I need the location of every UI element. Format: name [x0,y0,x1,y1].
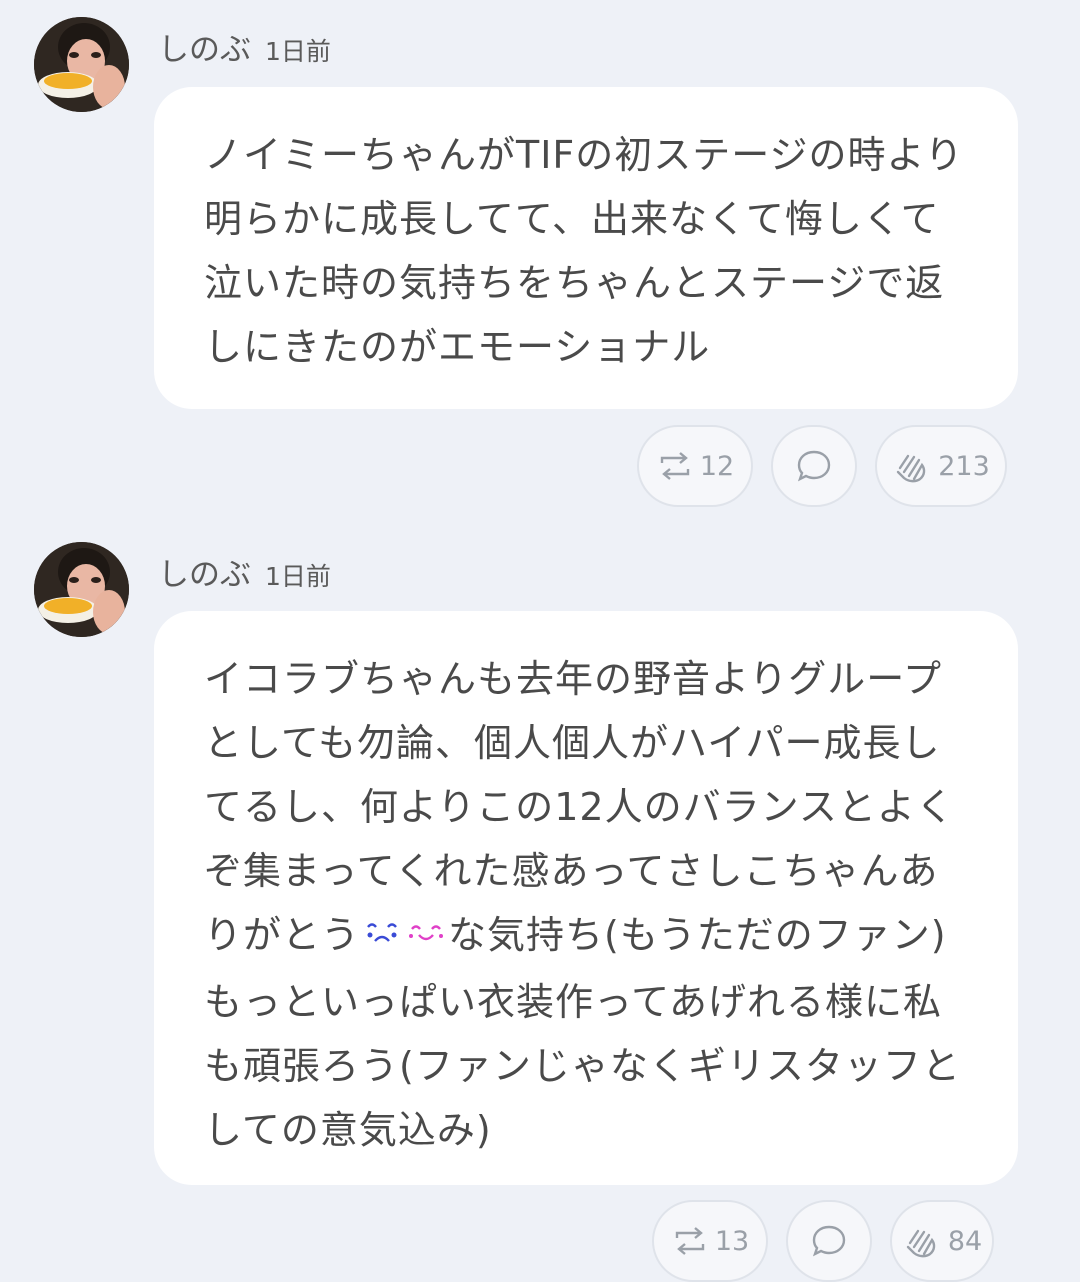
avatar-image [34,542,129,637]
repost-button[interactable]: 13 [652,1200,768,1282]
clap-count: 84 [947,1225,983,1257]
author-name[interactable]: しのぶ [158,549,251,594]
avatar[interactable] [34,542,129,637]
action-bar: 13 84 [652,1200,994,1282]
repost-icon [660,452,690,480]
clap-icon [897,454,926,483]
clap-count: 213 [938,450,990,482]
repost-button[interactable]: 12 [637,425,753,507]
message-text-part-1: イコラブちゃんも去年の野音よりグループとしても勿論、個人個人がハイパー成長してる… [204,657,955,957]
message-text: ノイミーちゃんがTIFの初ステージの時より明らかに成長してて、出来なくて悔しくて… [204,133,964,369]
repost-icon [675,1227,705,1255]
clap-icon [906,1229,936,1258]
post-time: 1日前 [265,562,331,591]
message-bubble: ノイミーちゃんがTIFの初ステージの時より明らかに成長してて、出来なくて悔しくて… [154,87,1018,409]
comment-icon [797,450,831,482]
repost-count: 12 [699,450,735,482]
avatar-image [34,17,129,112]
comment-icon [812,1225,846,1257]
repost-count: 13 [714,1225,750,1257]
crying-face-icon [360,906,404,970]
comment-button[interactable] [771,425,857,507]
comment-button[interactable] [786,1200,872,1282]
smiling-face-icon [404,906,448,970]
message-text: イコラブちゃんも去年の野音よりグループとしても勿論、個人個人がハイパー成長してる… [204,647,972,1162]
clap-button[interactable]: 213 [875,425,1007,507]
clap-button[interactable]: 84 [890,1200,994,1282]
avatar[interactable] [34,17,129,112]
post-time: 1日前 [265,37,331,66]
author-name[interactable]: しのぶ [158,24,251,69]
message-bubble: イコラブちゃんも去年の野音よりグループとしても勿論、個人個人がハイパー成長してる… [154,611,1018,1185]
action-bar: 12 213 [637,425,1007,507]
